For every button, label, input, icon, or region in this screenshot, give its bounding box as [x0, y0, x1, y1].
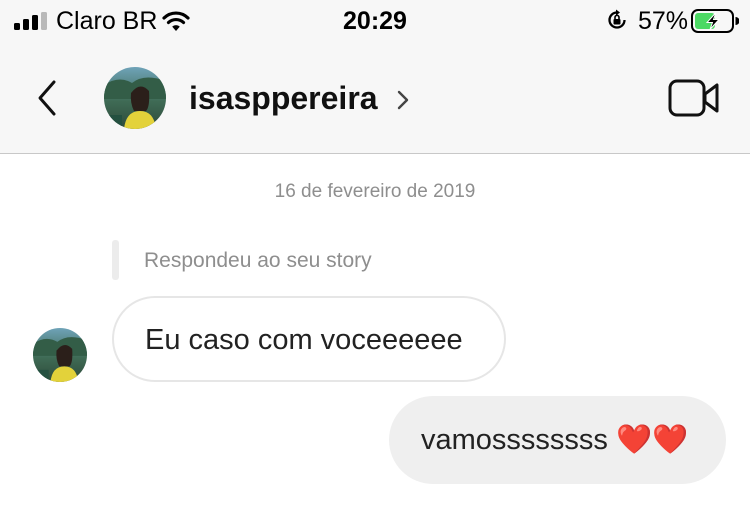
- sender-avatar[interactable]: [33, 328, 87, 382]
- avatar-photo: [104, 67, 166, 129]
- battery-percentage: 57%: [638, 7, 689, 35]
- avatar-photo: [33, 328, 87, 382]
- message-thread: 16 de fevereiro de 2019 Respondeu ao seu…: [0, 154, 750, 513]
- message-text: Eu caso com voceeeeee: [145, 324, 463, 356]
- status-bar: Claro BR 20:29 57%: [0, 0, 750, 42]
- battery-charging-icon: [691, 9, 739, 33]
- username[interactable]: isasppereira: [189, 78, 378, 118]
- incoming-message-bubble[interactable]: Eu caso com voceeeeee: [112, 296, 506, 382]
- chat-header: isasppereira: [0, 42, 750, 154]
- story-reply-label: Respondeu ao seu story: [144, 249, 372, 272]
- date-separator: 16 de fevereiro de 2019: [274, 181, 476, 202]
- video-call-icon[interactable]: [668, 79, 720, 117]
- orientation-lock-icon: [608, 9, 626, 29]
- profile-avatar[interactable]: [104, 67, 166, 129]
- message-text: vamossssssss ❤️❤️: [421, 424, 689, 456]
- back-chevron-icon[interactable]: [30, 76, 64, 120]
- story-reply-bar: [112, 240, 119, 280]
- chevron-right-icon[interactable]: [396, 89, 410, 111]
- outgoing-message-bubble[interactable]: vamossssssss ❤️❤️: [389, 396, 726, 484]
